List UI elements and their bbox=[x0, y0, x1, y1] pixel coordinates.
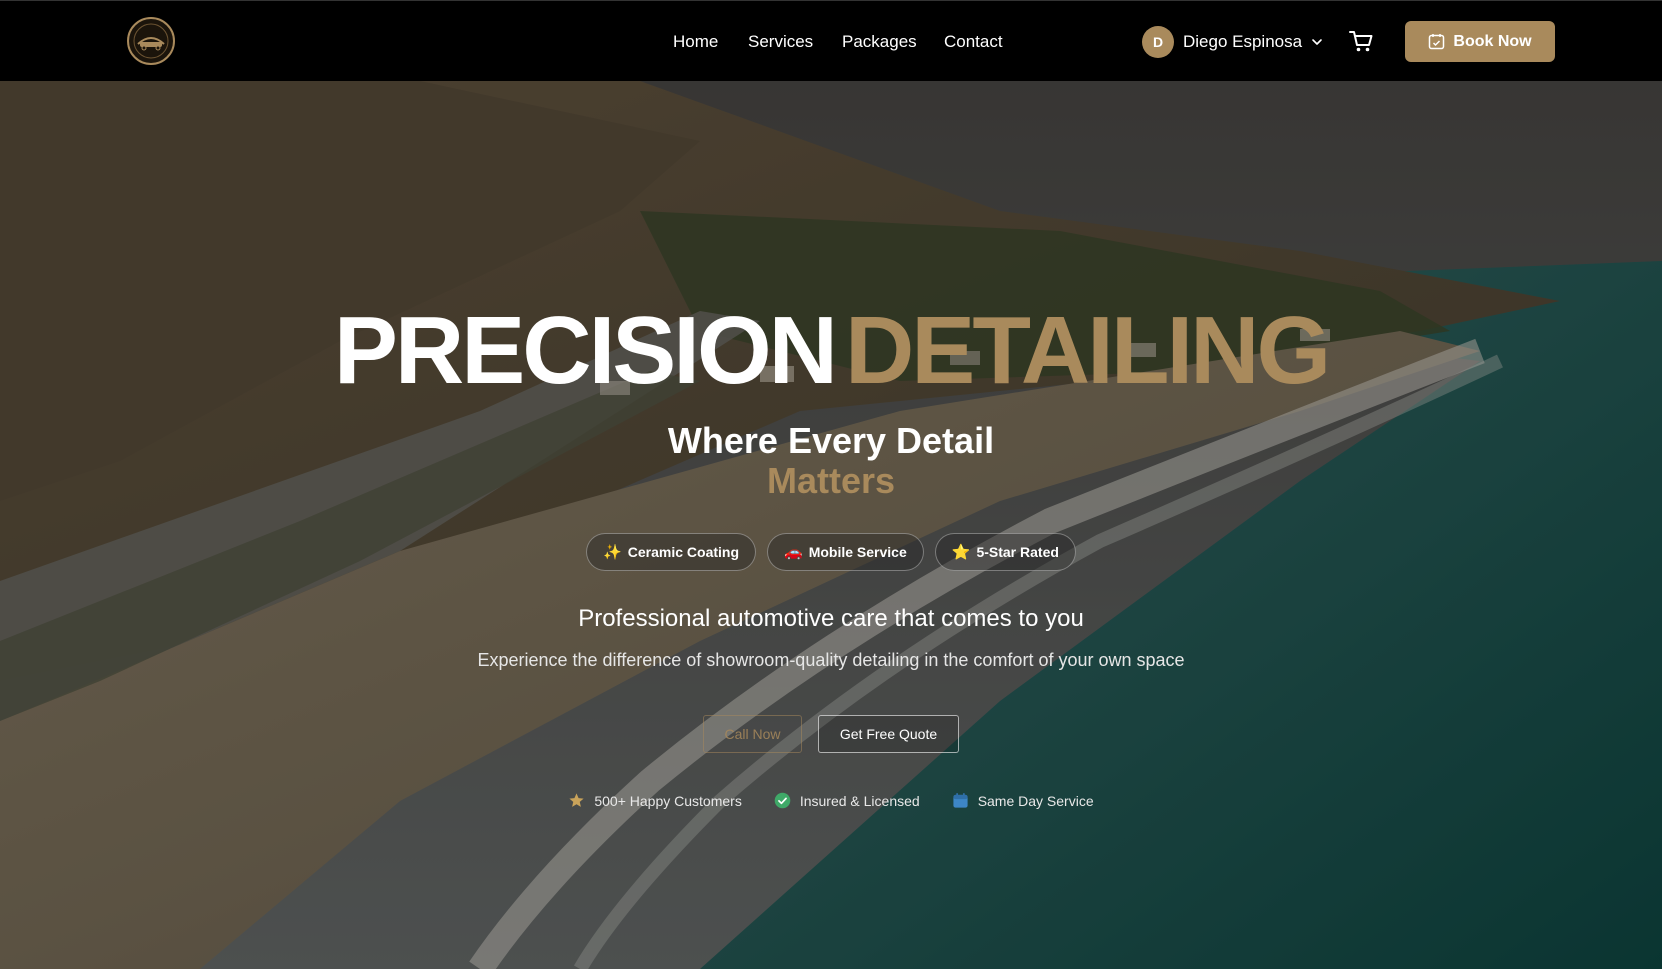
book-now-label: Book Now bbox=[1453, 32, 1532, 50]
trust-label: Insured & Licensed bbox=[799, 792, 920, 809]
avatar: D bbox=[1142, 26, 1174, 58]
chevron-down-icon bbox=[1312, 39, 1322, 45]
sparkles-icon: ✨ bbox=[603, 544, 622, 561]
trust-insured-licensed: Insured & Licensed bbox=[774, 792, 920, 809]
chip-ceramic-coating[interactable]: ✨ Ceramic Coating bbox=[586, 533, 757, 571]
chip-label: 5-Star Rated bbox=[976, 544, 1059, 560]
nav-packages[interactable]: Packages bbox=[842, 30, 917, 54]
trust-label: Same Day Service bbox=[977, 792, 1094, 809]
trust-label: 500+ Happy Customers bbox=[594, 792, 742, 809]
hero-title-word2: DETAILING bbox=[844, 297, 1331, 404]
hero-section: PRECISION DETAILING Where Every Detail Ma… bbox=[0, 81, 1662, 969]
get-free-quote-button[interactable]: Get Free Quote bbox=[818, 715, 959, 753]
trust-same-day: Same Day Service bbox=[952, 792, 1094, 809]
user-name: Diego Espinosa bbox=[1183, 32, 1303, 51]
site-header: Home Services Packages Contact D Diego E… bbox=[0, 0, 1662, 81]
hero-title-word1: PRECISION bbox=[333, 297, 838, 404]
cart-icon[interactable] bbox=[1348, 28, 1374, 54]
chip-label: Ceramic Coating bbox=[627, 544, 740, 560]
star-icon bbox=[569, 793, 584, 807]
hero-title: PRECISION DETAILING bbox=[0, 296, 1662, 406]
calendar-icon bbox=[953, 793, 968, 808]
chip-label: Mobile Service bbox=[808, 544, 907, 560]
trust-badges: 500+ Happy Customers Insured & Licensed … bbox=[0, 792, 1662, 809]
hero-subtitle-line1: Where Every Detail bbox=[667, 420, 995, 461]
car-icon: 🚗 bbox=[784, 544, 803, 561]
hero-tagline: Professional automotive care that comes … bbox=[578, 605, 1084, 632]
book-now-button[interactable]: Book Now bbox=[1405, 21, 1555, 62]
chip-mobile-service[interactable]: 🚗 Mobile Service bbox=[767, 533, 924, 571]
hero-cta-group: Call Now Get Free Quote bbox=[0, 715, 1662, 753]
chip-5-star-rated[interactable]: ⭐ 5-Star Rated bbox=[934, 533, 1076, 571]
check-circle-icon bbox=[774, 792, 791, 809]
calendar-check-icon bbox=[1429, 34, 1445, 50]
trust-happy-customers: 500+ Happy Customers bbox=[568, 792, 742, 809]
hero-subtitle-line2: Matters bbox=[766, 460, 896, 501]
hero-description: Experience the difference of showroom-qu… bbox=[477, 650, 1185, 670]
nav-contact[interactable]: Contact bbox=[944, 30, 1003, 54]
nav-services[interactable]: Services bbox=[748, 30, 813, 54]
hero-overlay bbox=[0, 81, 1662, 969]
star-icon: ⭐ bbox=[951, 544, 971, 561]
nav-home[interactable]: Home bbox=[673, 30, 718, 54]
call-now-button[interactable]: Call Now bbox=[703, 715, 802, 753]
user-menu[interactable]: D Diego Espinosa bbox=[1142, 26, 1324, 58]
brand-logo[interactable] bbox=[126, 14, 176, 68]
feature-chips: ✨ Ceramic Coating 🚗 Mobile Service ⭐ 5-S… bbox=[0, 533, 1662, 571]
